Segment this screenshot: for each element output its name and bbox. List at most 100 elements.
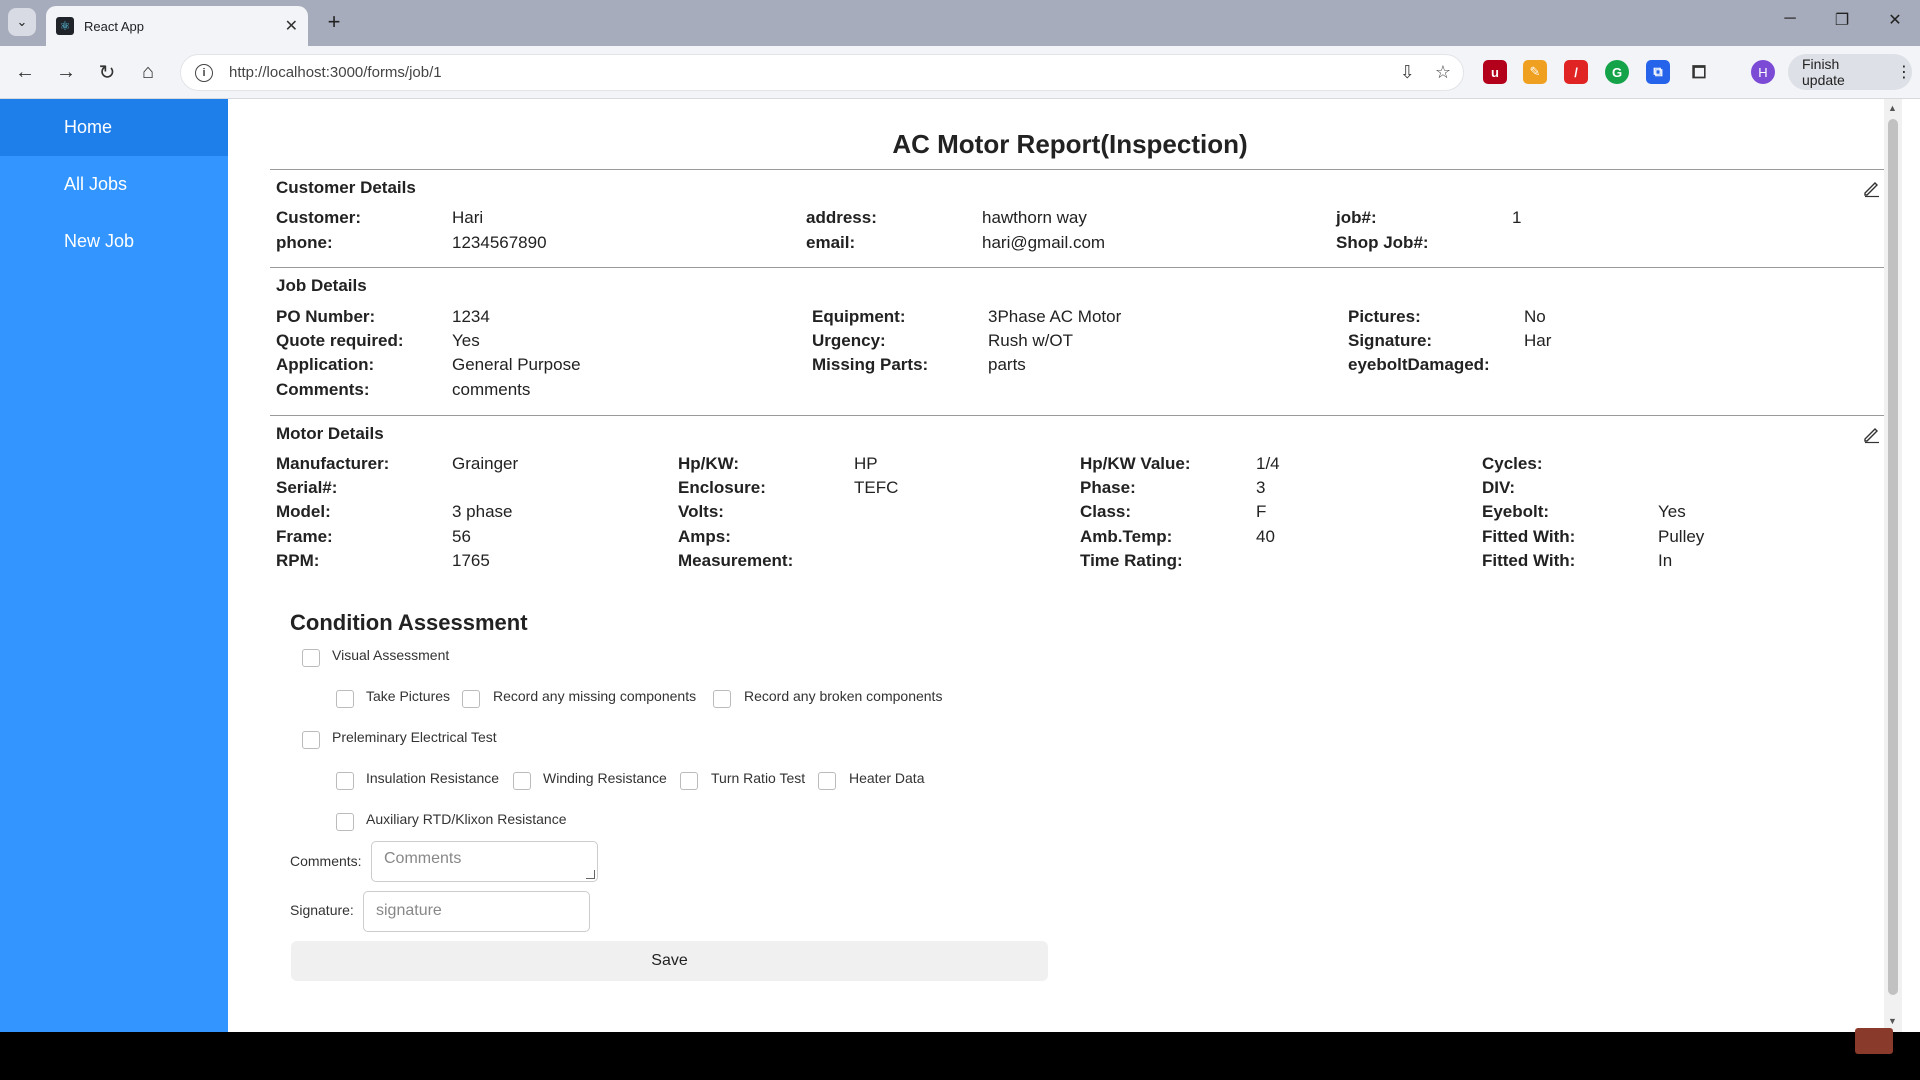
hpkw-value-value: 1/4 [1256,454,1280,473]
job-details-section: Job Details PO Number: 1234 Quote requir… [270,267,1886,415]
phone-value: 1234567890 [452,233,547,252]
eyebolt-label: Eyebolt: [1482,502,1550,521]
url-text: http://localhost:3000/forms/job/1 [229,64,442,81]
winding-resistance-checkbox[interactable] [513,772,531,790]
model-label: Model: [276,502,331,521]
tab-title: React App [84,18,144,34]
sidebar-item-home[interactable]: Home [0,99,228,156]
home-icon[interactable]: ⌂ [135,59,161,85]
model-value: 3 phase [452,502,513,521]
po-number-label: PO Number: [276,307,376,326]
measurement-label: Measurement: [678,551,794,570]
frame-value: 56 [452,527,471,546]
customer-details-section: Customer Details Customer: Hari phone: 1… [270,169,1886,267]
tab-search-icon[interactable]: ⌄ [8,8,36,36]
div-label: DIV: [1482,478,1516,497]
address-label: address: [806,208,877,227]
comments-textarea[interactable]: Comments [371,841,598,882]
rpm-value: 1765 [452,551,490,570]
quote-required-label: Quote required: [276,331,404,350]
edit-motor-icon[interactable] [1862,424,1882,444]
electrical-test-label: Preleminary Electrical Test [332,729,497,745]
missing-parts-label: Missing Parts: [812,355,929,374]
app-viewport: Home All Jobs New Job AC Motor Report(In… [0,99,1920,1032]
po-number-value: 1234 [452,307,490,326]
pictures-value: No [1524,307,1546,326]
react-favicon-icon: ⚛ [56,17,74,35]
pictures-label: Pictures: [1348,307,1421,326]
report-title: AC Motor Report(Inspection) [892,129,1248,159]
profile-avatar[interactable]: H [1751,60,1775,84]
fitted-with-value-2: In [1658,551,1673,570]
new-tab-icon[interactable]: + [320,8,348,36]
missing-parts-value: parts [988,355,1026,374]
turn-ratio-label: Turn Ratio Test [711,770,806,786]
broken-components-checkbox[interactable] [713,690,731,708]
frame-label: Frame: [276,527,333,546]
turn-ratio-checkbox[interactable] [680,772,698,790]
missing-components-checkbox[interactable] [462,690,480,708]
taskbar-app-icon[interactable] [1855,1028,1893,1054]
browser-tabstrip: ⌄ ⚛ React App ✕ + ─ ❐ ✕ [0,0,1920,46]
enclosure-value: TEFC [854,478,899,497]
customer-details-title: Customer Details [276,178,416,197]
fitted-with-value: Pulley [1658,527,1705,546]
fitted-with-label-2: Fitted With: [1482,551,1576,570]
visual-assessment-label: Visual Assessment [332,647,450,663]
motor-details-title: Motor Details [276,424,384,443]
missing-components-label: Record any missing components [493,688,697,704]
amb-temp-value: 40 [1256,527,1275,546]
restore-icon[interactable]: ❐ [1827,10,1857,30]
pencil-extension-icon[interactable]: ✎ [1523,60,1547,84]
comments-value: comments [452,380,531,399]
grammarly-extension-icon[interactable]: G [1605,60,1629,84]
rpm-label: RPM: [276,551,320,570]
insulation-resistance-checkbox[interactable] [336,772,354,790]
auxiliary-rtd-label: Auxiliary RTD/Klixon Resistance [366,811,567,827]
comments-field-label: Comments: [290,853,362,869]
address-bar[interactable]: i http://localhost:3000/forms/job/1 ⇩ ☆ [180,54,1464,91]
sidebar-item-all-jobs[interactable]: All Jobs [0,156,228,213]
scrollbar[interactable]: ▲ ▼ [1884,99,1902,1032]
email-label: email: [806,233,856,252]
scroll-up-icon[interactable]: ▲ [1888,103,1897,113]
browser-tab[interactable]: ⚛ React App ✕ [46,6,308,46]
bookmark-star-icon[interactable]: ☆ [1435,62,1451,83]
scroll-down-icon[interactable]: ▼ [1888,1016,1897,1026]
enclosure-label: Enclosure: [678,478,766,497]
job-details-title: Job Details [276,276,367,295]
electrical-test-checkbox[interactable] [302,731,320,749]
edit-customer-icon[interactable] [1862,178,1882,198]
application-label: Application: [276,355,375,374]
install-app-icon[interactable]: ⇩ [1400,62,1415,83]
bracket-extension-icon[interactable]: ⧉ [1646,60,1670,84]
signature-input[interactable]: signature [363,891,590,932]
heater-data-checkbox[interactable] [818,772,836,790]
menu-dots-icon: ⋮ [1896,64,1912,81]
visual-assessment-checkbox[interactable] [302,649,320,667]
ublock-extension-icon[interactable]: u [1483,60,1507,84]
sidebar: Home All Jobs New Job [0,99,228,1032]
condition-assessment-title: Condition Assessment [290,610,528,635]
cycles-label: Cycles: [1482,454,1543,473]
save-button[interactable]: Save [291,941,1048,981]
comments-label: Comments: [276,380,370,399]
finish-update-button[interactable]: Finish update ⋮ [1788,54,1912,90]
take-pictures-checkbox[interactable] [336,690,354,708]
extensions-puzzle-icon[interactable]: ⧠ [1687,60,1711,84]
forward-icon[interactable]: → [53,59,79,85]
minimize-icon[interactable]: ─ [1775,10,1805,28]
sidebar-item-new-job[interactable]: New Job [0,213,228,270]
close-window-icon[interactable]: ✕ [1880,10,1910,30]
insulation-resistance-label: Insulation Resistance [366,770,500,786]
tab-close-icon[interactable]: ✕ [285,16,298,36]
manufacturer-label: Manufacturer: [276,454,390,473]
site-info-icon[interactable]: i [195,63,213,82]
auxiliary-rtd-checkbox[interactable] [336,813,354,831]
phone-label: phone: [276,233,333,252]
reload-icon[interactable]: ↻ [94,59,120,85]
scrollbar-thumb[interactable] [1888,119,1898,995]
class-label: Class: [1080,502,1132,521]
back-icon[interactable]: ← [12,59,38,85]
pen-extension-icon[interactable]: / [1564,60,1588,84]
